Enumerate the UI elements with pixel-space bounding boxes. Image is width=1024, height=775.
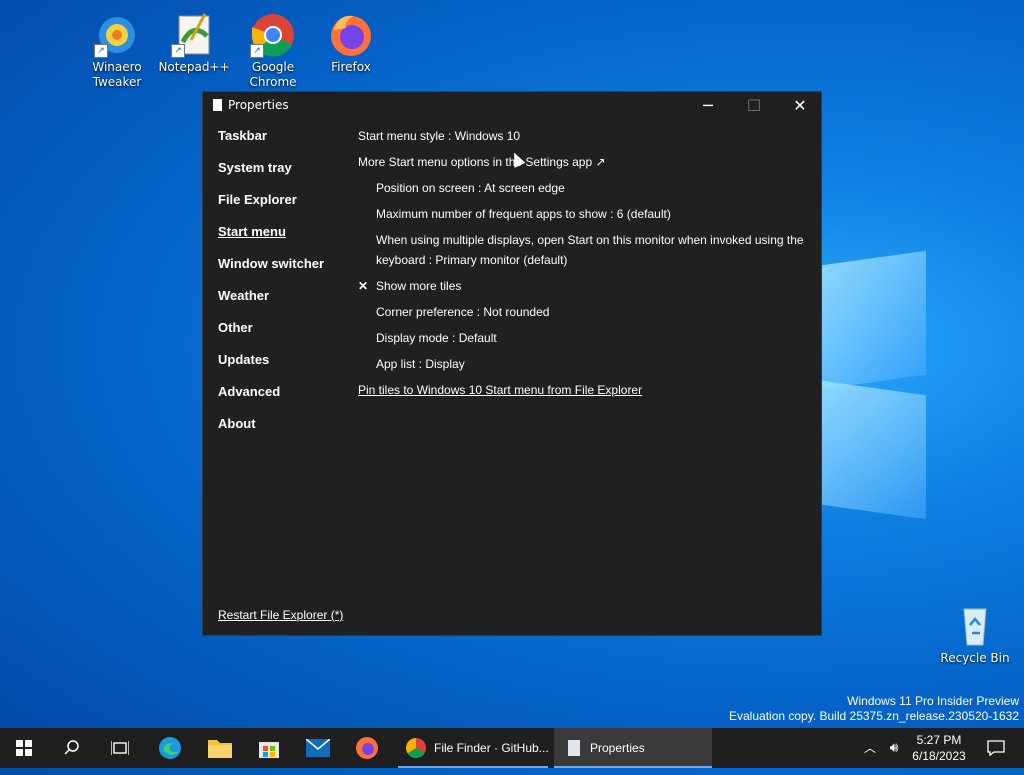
properties-app-icon [568, 740, 580, 756]
watermark-line: Evaluation copy. Build 25375.zn_release.… [729, 709, 1019, 723]
setting-corner-preference[interactable]: Corner preference : Not rounded [358, 302, 808, 328]
window-title: Properties [228, 98, 289, 112]
search-button[interactable] [48, 728, 96, 768]
setting-display-mode[interactable]: Display mode : Default [358, 328, 808, 354]
wallpaper-logo-bottom [822, 380, 926, 520]
chrome-icon [406, 738, 426, 758]
desktop-icon-label: Google [251, 60, 295, 74]
nav-item-advanced[interactable]: Advanced [218, 382, 324, 414]
winaero-tweaker-icon: ↗ [94, 12, 140, 58]
setting-more-options-link[interactable]: More Start menu options in the Settings … [358, 152, 808, 178]
restart-file-explorer-link[interactable]: Restart File Explorer (*) [218, 608, 343, 622]
watermark-line: Windows 11 Pro Insider Preview [847, 694, 1019, 708]
clock-time: 5:27 PM [916, 733, 962, 747]
chrome-icon: ↗ [250, 12, 296, 58]
taskbar-app-label: Properties [590, 741, 645, 755]
setting-multi-display[interactable]: When using multiple displays, open Start… [358, 230, 808, 276]
volume-button[interactable]: 🔊︎ [884, 728, 904, 768]
notepad-plus-plus-icon: ↗ [171, 12, 217, 58]
nav-item-start-menu[interactable]: Start menu [218, 222, 324, 254]
taskbar-firefox[interactable] [343, 728, 391, 768]
setting-show-more-tiles[interactable]: ✕ Show more tiles [358, 276, 808, 302]
properties-app-icon [213, 99, 222, 111]
task-view-button[interactable] [96, 728, 144, 768]
minimize-icon: ─ [703, 96, 713, 115]
recycle-bin-icon [952, 603, 998, 649]
checkmark-icon: ✕ [358, 279, 369, 293]
maximize-icon: ☐ [746, 96, 762, 115]
taskbar-mail[interactable] [294, 728, 342, 768]
wallpaper-logo-top [822, 250, 926, 390]
setting-start-menu-style[interactable]: Start menu style : Windows 10 [358, 126, 808, 152]
nav-item-file-explorer[interactable]: File Explorer [218, 190, 324, 222]
start-button[interactable] [0, 728, 48, 768]
properties-window: Properties ─ ☐ ✕ Taskbar System tray Fil… [202, 91, 822, 636]
build-watermark: Windows 11 Pro Insider Preview Evaluatio… [729, 694, 1019, 724]
nav-item-system-tray[interactable]: System tray [218, 158, 324, 190]
desktop-icon-notepad-plus-plus[interactable]: ↗ Notepad++ [156, 12, 232, 75]
nav-item-taskbar[interactable]: Taskbar [218, 126, 324, 158]
desktop-icon-winaero-tweaker[interactable]: ↗ Winaero Tweaker [79, 12, 155, 90]
desktop-icon-google-chrome[interactable]: ↗ Google Chrome [235, 12, 311, 90]
notification-icon [987, 740, 1005, 757]
desktop-icon-label: Chrome [249, 75, 297, 89]
folder-icon [208, 740, 232, 758]
desktop-icon-label: Notepad++ [158, 60, 230, 74]
taskbar-properties-window[interactable]: Properties [554, 728, 712, 768]
mail-icon [305, 738, 331, 757]
chevron-up-icon: ︿ [863, 741, 876, 755]
firefox-icon [356, 737, 378, 759]
pin-tiles-link[interactable]: Pin tiles to Windows 10 Start menu from … [358, 380, 808, 406]
setting-app-list[interactable]: App list : Display [358, 354, 808, 380]
clock-date: 6/18/2023 [912, 749, 966, 763]
close-icon: ✕ [793, 96, 807, 115]
minimize-button[interactable]: ─ [685, 92, 731, 120]
windows-logo-icon [16, 740, 32, 756]
settings-nav: Taskbar System tray File Explorer Start … [218, 126, 324, 446]
setting-position[interactable]: Position on screen : At screen edge [358, 178, 808, 204]
search-icon [64, 740, 79, 755]
speaker-icon: 🔊︎ [889, 740, 899, 756]
desktop-icon-label: Recycle Bin [940, 651, 1010, 665]
edge-icon [159, 737, 181, 759]
taskbar-edge[interactable] [146, 728, 194, 768]
show-hidden-icons-button[interactable]: ︿ [860, 728, 880, 768]
taskbar-clock[interactable]: 5:27 PM 6/18/2023 [905, 732, 973, 764]
store-icon [259, 742, 279, 758]
maximize-button[interactable]: ☐ [731, 92, 777, 120]
desktop-icon-label: Firefox [331, 60, 371, 74]
firefox-icon [328, 12, 374, 58]
close-button[interactable]: ✕ [777, 92, 823, 120]
taskbar: File Finder · GitHub... Properties ︿ 🔊︎ … [0, 728, 1024, 768]
action-center-button[interactable] [976, 728, 1016, 768]
desktop-icon-recycle-bin[interactable]: Recycle Bin [937, 603, 1013, 666]
setting-label: Show more tiles [376, 279, 462, 293]
nav-item-weather[interactable]: Weather [218, 286, 324, 318]
task-view-icon [110, 741, 130, 755]
nav-item-about[interactable]: About [218, 414, 324, 446]
desktop-icon-label: Winaero [92, 60, 142, 74]
taskbar-store[interactable] [245, 728, 293, 768]
taskbar-file-explorer[interactable] [196, 728, 244, 768]
taskbar-app-label: File Finder · GitHub... [434, 741, 549, 755]
settings-content: Start menu style : Windows 10 More Start… [358, 126, 808, 406]
taskbar-chrome-window[interactable]: File Finder · GitHub... [398, 728, 549, 768]
setting-max-frequent-apps[interactable]: Maximum number of frequent apps to show … [358, 204, 808, 230]
desktop-icon-label: Tweaker [92, 75, 142, 89]
desktop-icon-firefox[interactable]: Firefox [313, 12, 389, 75]
nav-item-other[interactable]: Other [218, 318, 324, 350]
nav-item-window-switcher[interactable]: Window switcher [218, 254, 324, 286]
nav-item-updates[interactable]: Updates [218, 350, 324, 382]
title-bar[interactable]: Properties ─ ☐ ✕ [203, 92, 821, 120]
